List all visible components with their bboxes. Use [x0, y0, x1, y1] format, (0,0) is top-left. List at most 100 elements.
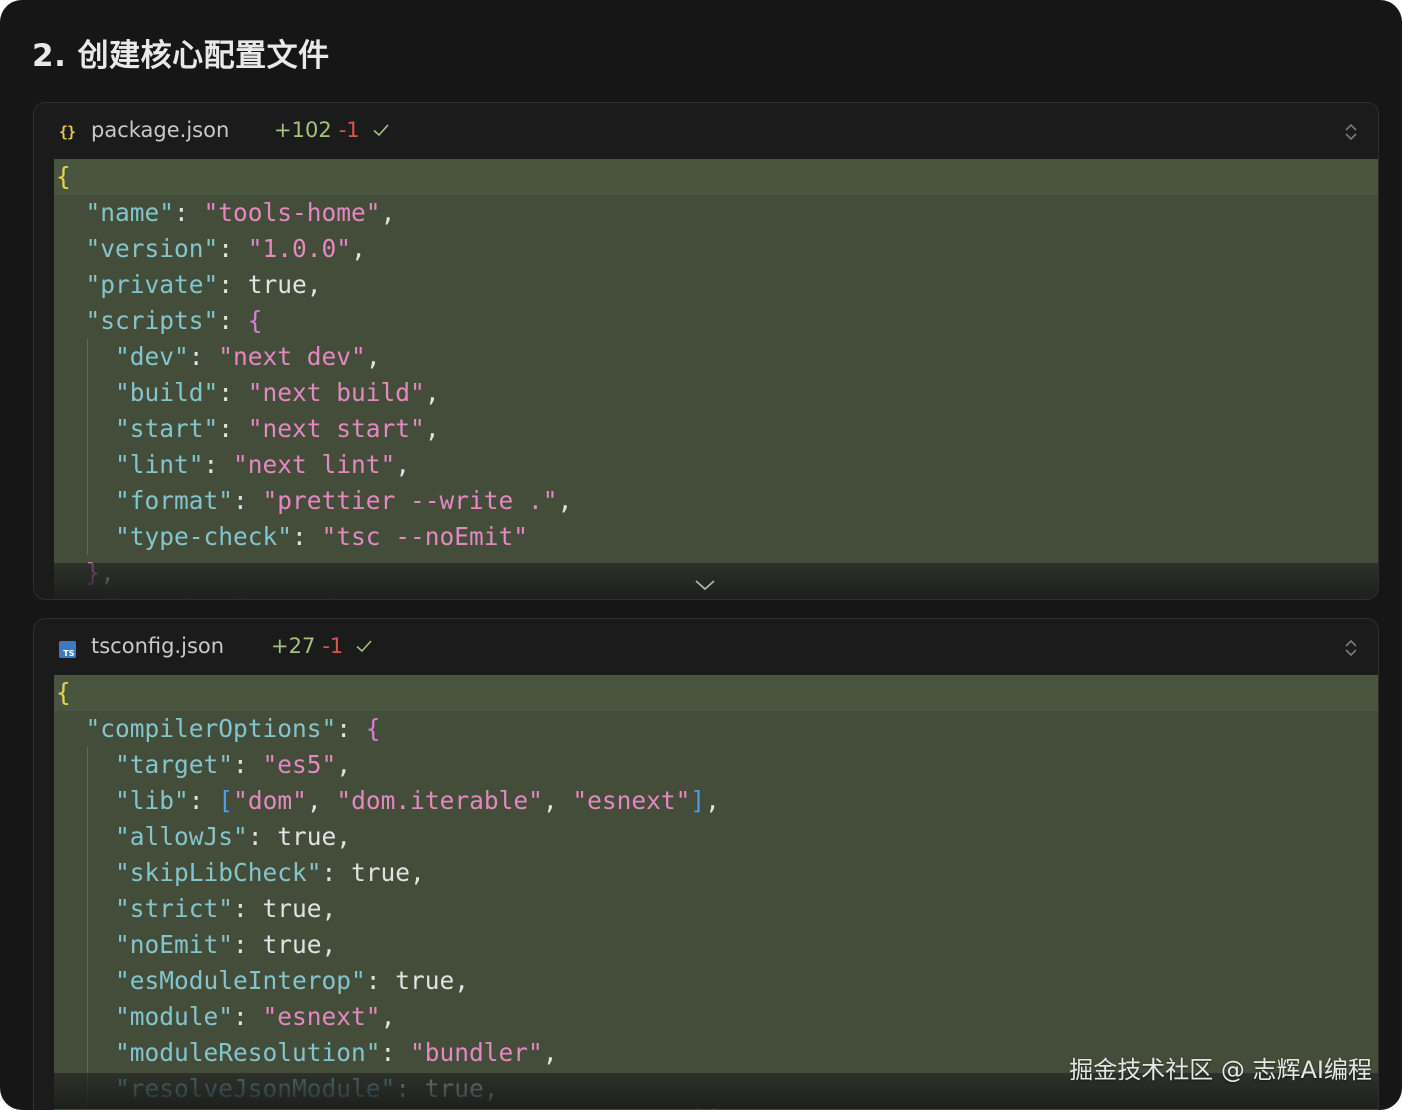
code-line: {	[54, 159, 1378, 195]
file-diff-header[interactable]: TS tsconfig.json +27 -1	[34, 619, 1378, 675]
code-token: "moduleResolution"	[115, 1038, 381, 1067]
code-line: "skipLibCheck": true,	[54, 855, 1378, 891]
code-token: ,	[336, 750, 352, 779]
typescript-file-icon: TS	[56, 637, 78, 659]
code-token: :	[218, 234, 248, 263]
code-line: "strict": true,	[54, 891, 1378, 927]
code-token: "version"	[85, 234, 219, 263]
code-line: "esModuleInterop": true,	[54, 963, 1378, 999]
code-line: "private": true,	[54, 267, 1378, 303]
code-token: : true,	[233, 894, 337, 923]
code-token: "es5"	[262, 750, 337, 779]
code-token: {	[365, 714, 381, 743]
code-token: ,	[395, 450, 411, 479]
chevron-down-icon[interactable]	[694, 578, 716, 592]
watermark: 掘金技术社区 @ 志辉AI编程	[1069, 1056, 1372, 1084]
json-braces-icon: {}	[58, 123, 76, 141]
section-heading: 2. 创建核心配置文件	[32, 38, 330, 74]
file-diff-header[interactable]: {} package.json +102 -1	[34, 103, 1378, 159]
code-token: :	[233, 750, 263, 779]
file-name[interactable]: tsconfig.json	[91, 634, 224, 658]
show-more-bar[interactable]	[54, 563, 1378, 599]
expand-collapse-icon[interactable]	[1342, 121, 1360, 143]
code-token: "bundler"	[410, 1038, 543, 1067]
page: 2. 创建核心配置文件 {} package.json +102 -1 { "n…	[0, 0, 1402, 1110]
code-token: :	[336, 714, 366, 743]
code-token: "type-check"	[115, 522, 293, 551]
code-line: "target": "es5",	[54, 747, 1378, 783]
typescript-icon-label: TS	[63, 649, 75, 658]
code-token: {	[56, 162, 71, 191]
expand-collapse-icon[interactable]	[1342, 637, 1360, 659]
lines-added: +102	[274, 118, 332, 142]
code-block: { "compilerOptions": { "target": "es5", …	[54, 675, 1378, 1107]
code-token: "scripts"	[85, 306, 219, 335]
code-token: "1.0.0"	[247, 234, 352, 263]
code-token: "next dev"	[218, 342, 366, 371]
lines-removed: -1	[322, 634, 344, 658]
code-line: "compilerOptions": {	[54, 711, 1378, 747]
code-token: "esnext"	[262, 1002, 381, 1031]
code-token: "noEmit"	[115, 930, 234, 959]
code-token: {	[247, 306, 263, 335]
code-token: "dev"	[115, 342, 189, 371]
code-token: "target"	[115, 750, 234, 779]
code-line: {	[54, 675, 1378, 711]
code-token: :	[233, 486, 263, 515]
code-line: "type-check": "tsc --noEmit"	[54, 519, 1378, 555]
lines-added: +27	[271, 634, 316, 658]
code-token: "next build"	[247, 378, 425, 407]
code-token: :	[218, 414, 248, 443]
code-token: "dom.iterable"	[336, 786, 543, 815]
code-token: ,	[542, 786, 573, 815]
code-token: ,	[380, 1002, 396, 1031]
code-token: "next start"	[247, 414, 425, 443]
diff-stats: +27 -1	[271, 634, 374, 658]
code-line: "start": "next start",	[54, 411, 1378, 447]
file-diff-card-tsconfig-json: TS tsconfig.json +27 -1 { "compilerOptio…	[33, 618, 1379, 1110]
code-line: "lib": ["dom", "dom.iterable", "esnext"]…	[54, 783, 1378, 819]
check-icon	[373, 124, 389, 137]
diff-stats: +102 -1	[274, 118, 391, 142]
file-name[interactable]: package.json	[91, 118, 229, 142]
code-token: ,	[424, 378, 440, 407]
code-token: : true,	[247, 822, 352, 851]
code-token: "esnext"	[572, 786, 691, 815]
code-token: :	[218, 378, 248, 407]
code-token: "tools-home"	[203, 198, 381, 227]
code-line: "build": "next build",	[54, 375, 1378, 411]
code-token: ,	[380, 198, 396, 227]
code-token: "skipLibCheck"	[115, 858, 322, 887]
code-line: "module": "esnext",	[54, 999, 1378, 1035]
code-token: ,	[557, 486, 573, 515]
code-token: ,	[365, 342, 381, 371]
code-token: ,	[542, 1038, 558, 1067]
code-token: :	[188, 342, 219, 371]
code-token: {	[56, 678, 71, 707]
code-token: "build"	[115, 378, 219, 407]
code-token: :	[233, 1002, 263, 1031]
code-token: "prettier --write ."	[262, 486, 558, 515]
code-token: : true,	[233, 930, 337, 959]
code-line: "scripts": {	[54, 303, 1378, 339]
code-token: :	[174, 198, 204, 227]
code-token: "lint"	[115, 450, 204, 479]
code-token: :	[218, 306, 248, 335]
code-token: "module"	[115, 1002, 234, 1031]
code-line: "name": "tools-home",	[54, 195, 1378, 231]
code-line: "lint": "next lint",	[54, 447, 1378, 483]
code-token: "next lint"	[233, 450, 396, 479]
